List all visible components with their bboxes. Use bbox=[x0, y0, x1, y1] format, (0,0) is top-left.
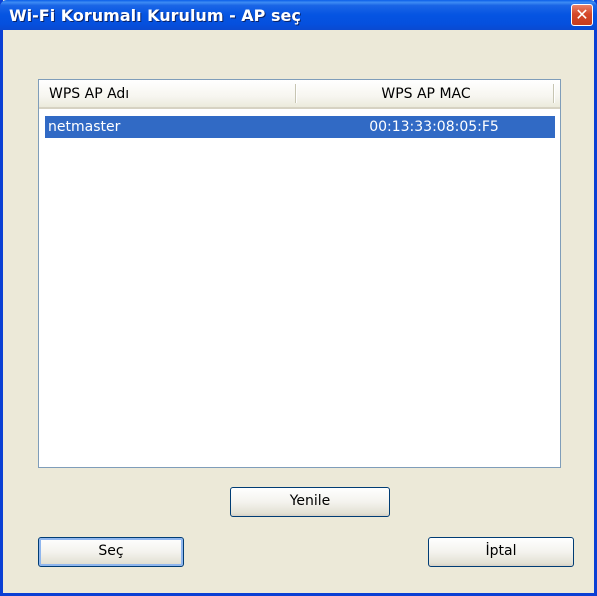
ap-list-view[interactable]: WPS AP Adı WPS AP MAC netmaster 00:13:33… bbox=[38, 79, 561, 468]
refresh-button[interactable]: Yenile bbox=[230, 487, 390, 517]
ap-list-row[interactable]: netmaster 00:13:33:08:05:F5 bbox=[45, 116, 555, 138]
column-separator[interactable] bbox=[553, 84, 555, 103]
ap-mac-cell: 00:13:33:08:05:F5 bbox=[369, 119, 499, 135]
select-button[interactable]: Seç bbox=[38, 537, 184, 567]
window-title: Wi-Fi Korumalı Kurulum - AP seç bbox=[9, 6, 301, 25]
title-bar[interactable]: Wi-Fi Korumalı Kurulum - AP seç ✕ bbox=[0, 0, 597, 30]
column-header-ap-mac[interactable]: WPS AP MAC bbox=[297, 80, 555, 107]
wps-ap-select-dialog: Wi-Fi Korumalı Kurulum - AP seç ✕ WPS AP… bbox=[0, 0, 597, 596]
close-icon[interactable]: ✕ bbox=[571, 4, 593, 26]
column-header-ap-name[interactable]: WPS AP Adı bbox=[39, 80, 295, 107]
list-header: WPS AP Adı WPS AP MAC bbox=[39, 80, 560, 109]
ap-name-cell: netmaster bbox=[48, 119, 121, 135]
cancel-button[interactable]: İptal bbox=[428, 537, 574, 567]
